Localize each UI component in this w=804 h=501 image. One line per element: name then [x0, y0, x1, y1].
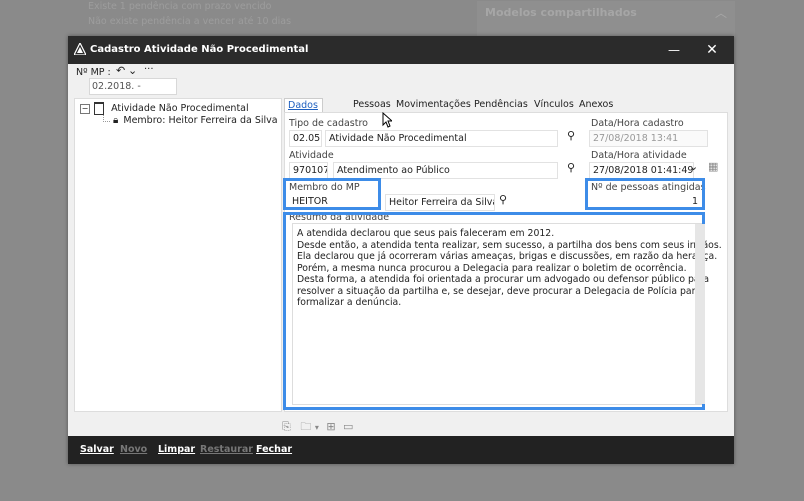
textarea-scrollbar[interactable]: [695, 224, 705, 404]
mp-number-field[interactable]: 02.2018. -: [89, 78, 177, 95]
dialog-footer: Salvar Novo Limpar Restaurar Fechar: [68, 436, 734, 464]
novo-button[interactable]: Novo: [120, 444, 147, 455]
atividade-desc[interactable]: Atendimento ao Público: [333, 162, 558, 179]
restaurar-button[interactable]: Restaurar: [200, 444, 253, 455]
search-icon[interactable]: ⚲: [499, 193, 507, 206]
resumo-line: Ela declarou que já ocorreram várias ame…: [297, 251, 718, 262]
cadastro-dialog: Cadastro Atividade Não Procedimental — ✕…: [68, 36, 734, 464]
tipo-cadastro-code[interactable]: 02.05: [289, 130, 322, 147]
tree-item-root[interactable]: − Atividade Não Procedimental: [80, 102, 249, 115]
limpar-button[interactable]: Limpar: [158, 444, 195, 455]
tree-item-member[interactable]: 🔒︎ Membro: Heitor Ferreira da Silva: [103, 115, 278, 126]
navigation-tree: − Atividade Não Procedimental 🔒︎ Membro:…: [74, 98, 282, 412]
salvar-button[interactable]: Salvar: [80, 444, 114, 455]
layout-icon[interactable]: ▭: [343, 420, 353, 433]
chevron-down-icon[interactable]: ⌄: [689, 160, 698, 173]
hierarchy-icon[interactable]: ⊞: [326, 420, 335, 433]
chevron-up-icon: ︿: [714, 6, 727, 20]
membro-nome[interactable]: Heitor Ferreira da Silva: [385, 194, 495, 211]
tab-movimentacoes[interactable]: Movimentações: [393, 98, 474, 112]
data-atividade-field[interactable]: 27/08/2018 01:41:49 P: [589, 162, 694, 179]
tab-pessoas[interactable]: Pessoas: [350, 98, 394, 112]
bg-pendencia-vencer: Não existe pendência a vencer até 10 dia…: [88, 16, 292, 27]
calendar-icon[interactable]: ▦: [708, 160, 718, 173]
undo-icon[interactable]: ↶: [116, 64, 125, 77]
tab-pendencias[interactable]: Pendências: [471, 98, 531, 112]
chevron-down-icon[interactable]: ▾: [315, 423, 319, 432]
folder-icon[interactable]: 🗀︎: [300, 420, 311, 433]
resumo-line: Porém, a mesma nunca procurou a Delegaci…: [297, 262, 687, 274]
resumo-line: resolver a situação da partilha e, se de…: [297, 285, 702, 297]
more-icon[interactable]: ···: [144, 64, 154, 75]
close-icon[interactable]: ✕: [700, 40, 724, 60]
tipo-cadastro-label: Tipo de cadastro: [289, 118, 368, 129]
dialog-titlebar: Cadastro Atividade Não Procedimental — ✕: [68, 36, 734, 64]
dialog-title: Cadastro Atividade Não Procedimental: [90, 44, 309, 55]
tab-dados-gerais[interactable]: Dados Gerais: [284, 98, 323, 125]
fechar-button[interactable]: Fechar: [256, 444, 292, 455]
resumo-line: Desde então, a atendida tenta realizar, …: [297, 239, 722, 251]
data-cadastro-field: 27/08/2018 13:41: [589, 130, 708, 147]
mp-label: Nº MP :: [76, 67, 111, 78]
bg-modelos-panel: Modelos compartilhados ︿: [476, 0, 736, 38]
collapse-icon[interactable]: −: [80, 103, 90, 114]
resumo-line: formalizar a denúncia.: [297, 297, 402, 308]
tree-root-label: Atividade Não Procedimental: [111, 103, 249, 114]
tab-anexos[interactable]: Anexos: [576, 98, 616, 112]
atividade-label: Atividade: [289, 150, 334, 161]
bg-pendencia-vencida: Existe 1 pendência com prazo vencido: [88, 1, 272, 12]
lock-icon: 🔒︎: [113, 115, 119, 126]
tipo-cadastro-desc[interactable]: Atividade Não Procedimental: [325, 130, 558, 147]
highlight-pessoas: [585, 178, 705, 210]
app-logo-icon: [74, 43, 86, 55]
search-icon[interactable]: ⚲: [567, 129, 575, 142]
redo-icon[interactable]: ⌄: [128, 64, 137, 77]
mouse-cursor-icon: [382, 112, 392, 128]
paste-icon[interactable]: ⎘: [282, 420, 291, 433]
tab-vinculos[interactable]: Vínculos: [531, 98, 577, 112]
resumo-textarea[interactable]: A atendida declarou que seus pais falece…: [292, 223, 722, 405]
data-atividade-label: Data/Hora atividade: [591, 150, 687, 161]
minimize-icon[interactable]: —: [662, 40, 686, 60]
document-icon: [94, 102, 105, 115]
dados-gerais-panel: Tipo de cadastro 02.05 Atividade Não Pro…: [283, 112, 728, 412]
tree-connector: [103, 115, 110, 122]
highlight-membro: [283, 178, 381, 210]
tree-member-label: Membro: Heitor Ferreira da Silva: [123, 115, 278, 126]
resumo-line: Desta forma, a atendida foi orientada a …: [297, 274, 710, 285]
search-icon[interactable]: ⚲: [567, 161, 575, 174]
resumo-line: A atendida declarou que seus pais falece…: [297, 228, 555, 239]
atividade-code[interactable]: 970107: [289, 162, 328, 179]
data-cadastro-label: Data/Hora cadastro: [591, 118, 684, 129]
bottom-toolbar: ⎘ 🗀︎ ▾ ⊞ ▭: [282, 418, 353, 437]
bg-panel-title: Modelos compartilhados: [485, 6, 637, 19]
